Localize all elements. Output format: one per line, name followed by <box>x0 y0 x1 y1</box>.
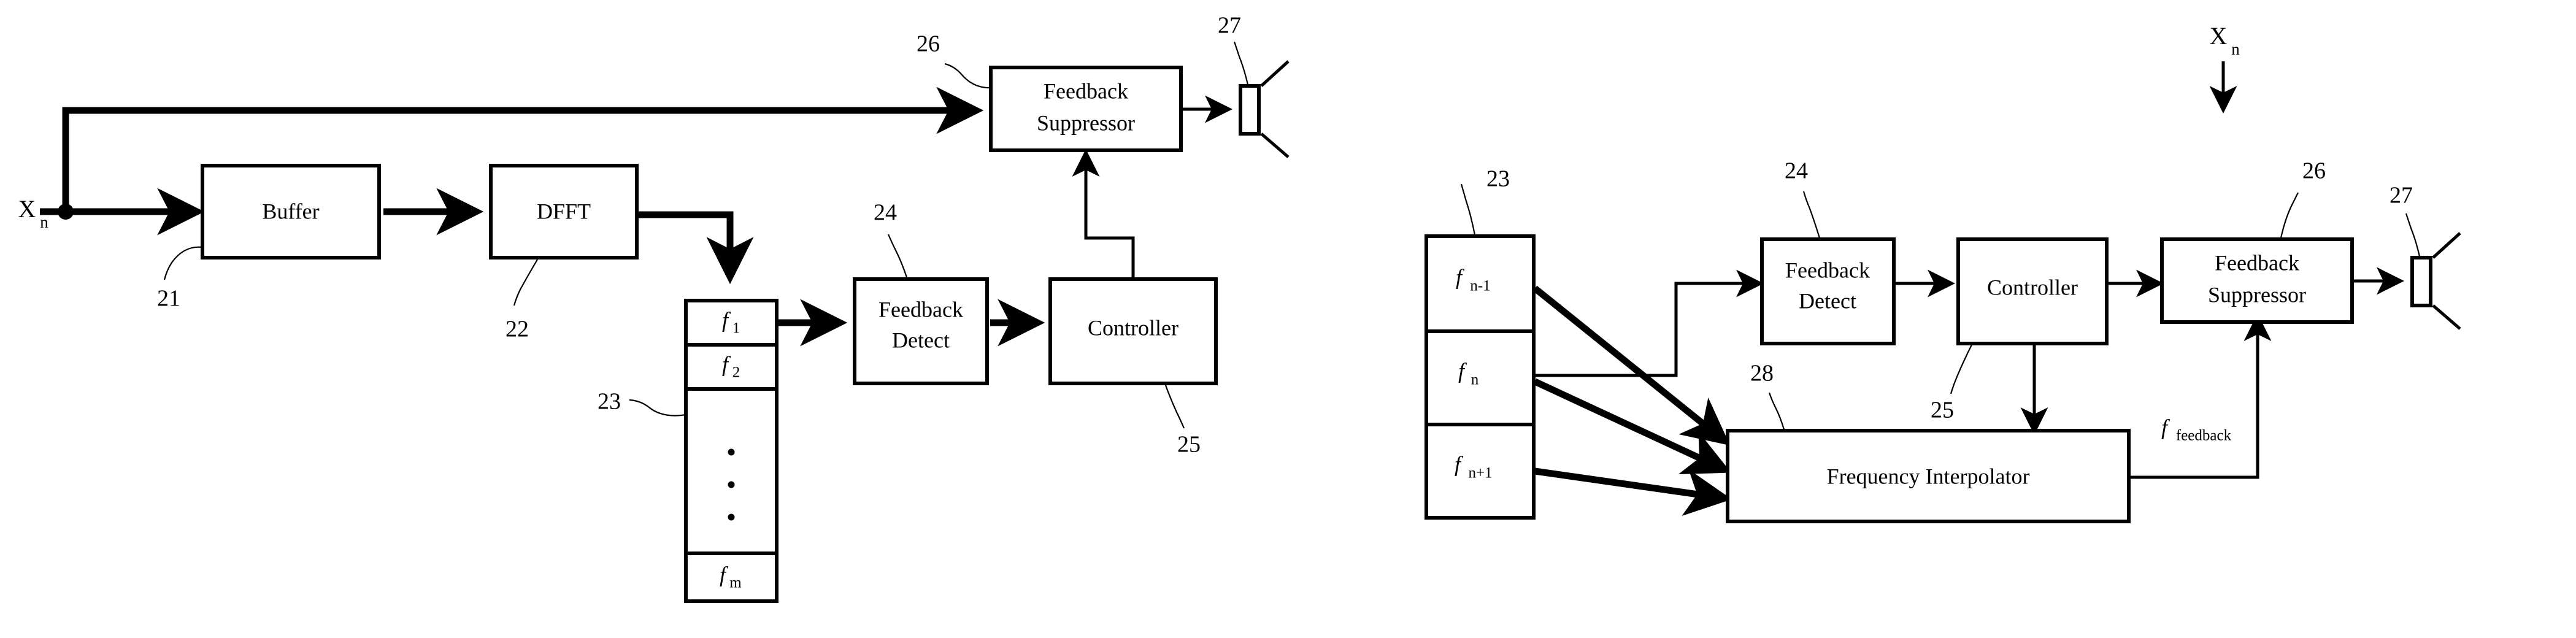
speaker-body-left <box>1239 84 1261 136</box>
ellipsis-dot-3 <box>728 513 735 521</box>
left-frequency-stack: f 1 f 2 f m <box>684 299 779 603</box>
block-feedback-detect-right-line1: Feedback <box>1785 258 1870 282</box>
ref-numeral-21: 21 <box>157 286 180 312</box>
left-input-label-base: X <box>18 195 36 223</box>
ref-numeral-25-left: 25 <box>1177 432 1201 458</box>
block-dfft-label: DFFT <box>537 199 591 223</box>
ref-numeral-25-right: 25 <box>1931 398 1954 423</box>
block-controller-right-label: Controller <box>1987 275 2078 299</box>
freq-bin-fn1-sub: n+1 <box>1468 465 1492 482</box>
freq-bin-f2-sub: 2 <box>732 364 740 381</box>
block-feedback-detect-left-line2: Detect <box>892 328 950 352</box>
ref-numeral-24-left: 24 <box>874 200 897 226</box>
ref-numeral-27-right: 27 <box>2390 183 2413 209</box>
freq-bin-f1[interactable] <box>684 299 779 347</box>
ref-numeral-26-right: 26 <box>2302 158 2326 184</box>
block-feedback-suppressor-right-line2: Suppressor <box>2208 282 2306 307</box>
block-feedback-detect-right-line2: Detect <box>1799 288 1856 313</box>
right-input-label-base: X <box>2210 22 2228 50</box>
block-frequency-interpolator-label: Frequency Interpolator <box>1827 464 2030 488</box>
f-feedback-sub: feedback <box>2176 428 2232 444</box>
ref-numeral-27-left: 27 <box>1218 13 1241 39</box>
block-feedback-suppressor-left-line2: Suppressor <box>1037 110 1135 135</box>
right-input-label-subscript: n <box>2231 40 2240 58</box>
freq-bin-f2[interactable] <box>684 343 779 391</box>
freq-bin-fn-1-sub: n-1 <box>1470 278 1490 294</box>
block-controller-left-label: Controller <box>1088 315 1178 340</box>
ref-numeral-23-right: 23 <box>1486 166 1510 192</box>
ref-numeral-28: 28 <box>1750 361 1774 386</box>
ellipsis-dot-1 <box>728 448 735 456</box>
block-feedback-detect-left-line1: Feedback <box>879 297 963 321</box>
ellipsis-dot-2 <box>728 481 735 488</box>
ref-numeral-24-right: 24 <box>1785 158 1808 184</box>
freq-bin-fm-sub: m <box>729 575 742 591</box>
freq-bin-fn-sub: n <box>1471 372 1479 388</box>
freq-bin-ellipsis[interactable] <box>684 387 779 555</box>
right-frequency-stack: f n-1 f n f n+1 <box>1424 234 1536 520</box>
freq-bin-f1-sub: 1 <box>732 320 740 337</box>
block-buffer-label: Buffer <box>262 199 319 223</box>
diagram-canvas: X n Buffer 21 DFFT 22 f 1 f 2 f m 23 Fee… <box>0 0 2576 638</box>
ref-numeral-22: 22 <box>506 317 529 342</box>
block-feedback-suppressor-right-line1: Feedback <box>2215 250 2299 275</box>
block-feedback-suppressor-left-line1: Feedback <box>1044 79 1128 103</box>
ref-numeral-26-left: 26 <box>917 31 940 57</box>
freq-bin-fn[interactable] <box>1424 329 1536 426</box>
left-input-label-subscript: n <box>40 213 48 231</box>
figure-svg: X n Buffer 21 DFFT 22 f 1 f 2 f m 23 Fee… <box>0 0 2576 638</box>
ref-numeral-23-left: 23 <box>598 389 621 415</box>
speaker-body-right <box>2410 256 2432 307</box>
